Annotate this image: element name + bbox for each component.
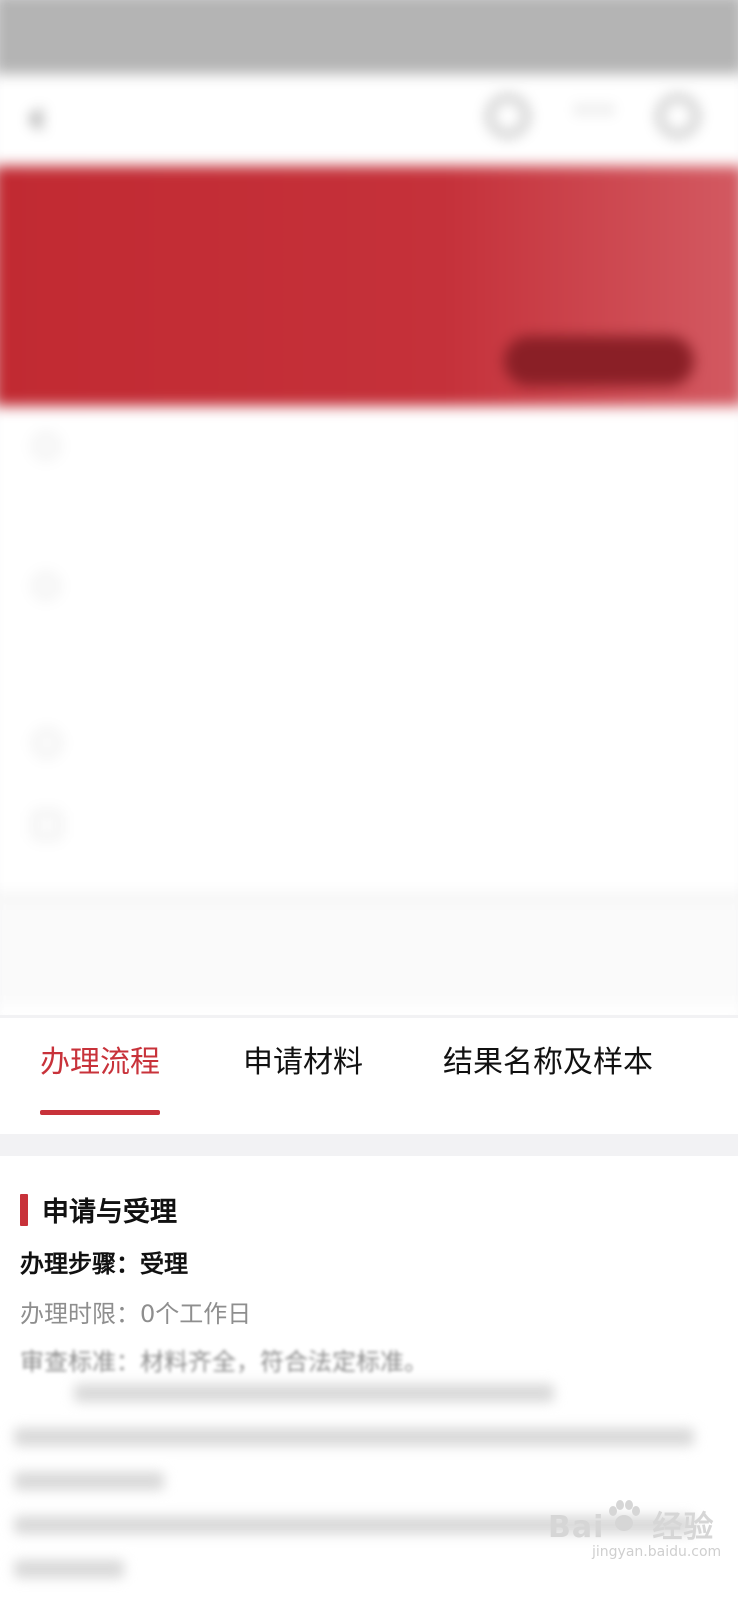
clock-icon	[34, 434, 58, 458]
process-time-limit: 办理时限：0个工作日	[20, 1300, 252, 1328]
section-tabs: 办理流程 申请材料 结果名称及样本	[0, 1018, 738, 1134]
tab-materials[interactable]: 申请材料	[243, 1018, 363, 1134]
section-accent-bar	[20, 1194, 28, 1226]
back-icon[interactable]: ‹	[28, 92, 46, 143]
tab-result-samples[interactable]: 结果名称及样本	[443, 1018, 653, 1134]
nav-bar: ‹ ···	[0, 74, 738, 166]
close-icon[interactable]	[658, 96, 698, 136]
star-icon[interactable]	[488, 96, 528, 136]
status-bar	[0, 0, 738, 74]
app-screen: ‹ ··· 办理流程 申请材料 结果名称及样本 申请与受理 办理步骤：受理 办理…	[0, 0, 738, 1600]
info-item	[34, 564, 694, 724]
location-icon	[34, 574, 58, 598]
consult-phone-row	[34, 730, 714, 763]
more-icon[interactable]: ···	[574, 88, 616, 132]
tab-process[interactable]: 办理流程	[40, 1018, 160, 1134]
service-banner	[0, 166, 738, 406]
obscured-content: ‹ ···	[0, 0, 738, 1015]
section-title: 申请与受理	[42, 1197, 177, 1228]
divider	[0, 1134, 738, 1156]
paw-icon	[609, 1500, 640, 1531]
watermark-url: jingyan.baidu.com	[592, 1544, 722, 1560]
monitor-icon	[34, 812, 60, 838]
phone-icon	[34, 730, 60, 756]
info-item	[34, 424, 694, 544]
baidu-jingyan-watermark: Bai 经验 jingyan.baidu.com	[548, 1496, 728, 1576]
complaint-phone-row	[34, 812, 714, 845]
active-tab-indicator	[40, 1110, 160, 1115]
process-step: 办理步骤：受理	[20, 1250, 188, 1278]
expand-strip[interactable]	[0, 894, 738, 1004]
banner-button[interactable]	[504, 336, 694, 386]
obscured-region: ‹ ···	[0, 0, 738, 1015]
tab-result-samples-label: 结果名称及样本	[443, 1045, 653, 1080]
tab-materials-label: 申请材料	[243, 1045, 363, 1080]
tab-process-label: 办理流程	[40, 1045, 160, 1080]
